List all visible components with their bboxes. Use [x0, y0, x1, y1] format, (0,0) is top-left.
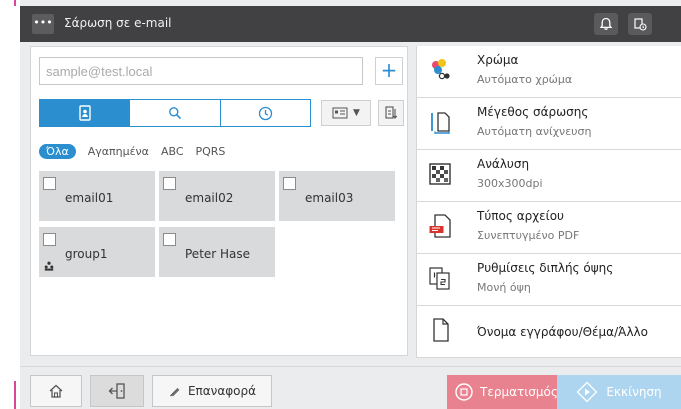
- duplex-icon: [429, 267, 450, 290]
- setting-color[interactable]: Χρώμα Αυτόματο χρώμα: [417, 46, 681, 98]
- top-bar: ••• Σάρωση σε e-mail: [20, 6, 681, 42]
- address-label: email02: [185, 191, 234, 205]
- setting-title: Ανάλυση: [477, 157, 530, 171]
- list-view-icon: [332, 107, 348, 119]
- address-checkbox[interactable]: [43, 177, 56, 190]
- address-label: email03: [305, 191, 354, 205]
- setting-resolution[interactable]: Ανάλυση 300x300dpi: [417, 150, 681, 202]
- chevron-down-icon: ▼: [353, 108, 360, 118]
- address-item[interactable]: Peter Hase: [159, 227, 275, 277]
- search-icon: [169, 107, 182, 120]
- address-book-icon: [78, 105, 91, 121]
- pink-marker-bottom: [14, 381, 16, 409]
- color-icon: [432, 59, 450, 80]
- page-title: Σάρωση σε e-mail: [64, 16, 172, 30]
- bell-icon: [599, 17, 613, 30]
- address-checkbox[interactable]: [163, 177, 176, 190]
- tab-history[interactable]: [220, 100, 310, 126]
- address-checkbox[interactable]: [283, 177, 296, 190]
- stop-button[interactable]: Τερματισμός: [447, 375, 565, 409]
- address-item[interactable]: email02: [159, 171, 275, 221]
- reset-button[interactable]: Επαναφορά: [152, 375, 272, 407]
- bottom-bar: Επαναφορά Τερματισμός Εκκίνηση: [20, 366, 681, 409]
- sort-button[interactable]: [378, 100, 404, 126]
- setting-title: Τύπος αρχείου: [477, 209, 564, 223]
- setting-file-type[interactable]: Τύπος αρχείου Συνεπτυγμένο PDF: [417, 202, 681, 254]
- setting-value: Αυτόματη ανίχνευση: [477, 125, 592, 138]
- resolution-icon: [429, 163, 451, 185]
- tab-search[interactable]: [130, 100, 221, 126]
- setting-title: Μέγεθος σάρωσης: [477, 105, 589, 119]
- reset-icon: [169, 388, 180, 397]
- setting-value: 300x300dpi: [477, 177, 543, 190]
- start-label: Εκκίνηση: [606, 385, 662, 399]
- clock-icon: [258, 106, 272, 120]
- stop-icon: [455, 383, 473, 401]
- view-select-dropdown[interactable]: ▼: [321, 100, 371, 126]
- setting-title: Όνομα εγγράφου/Θέμα/Άλλο: [477, 325, 648, 339]
- address-checkbox[interactable]: [43, 233, 56, 246]
- filter-favorites[interactable]: Αγαπημένα: [88, 145, 149, 158]
- menu-button[interactable]: •••: [32, 14, 54, 34]
- email-address-input[interactable]: [39, 57, 363, 85]
- pink-marker-top: [14, 0, 16, 6]
- index-filters: Όλα Αγαπημένα ABC PQRS: [39, 141, 225, 161]
- access-button[interactable]: [90, 375, 144, 407]
- address-label: group1: [65, 247, 108, 261]
- filter-abc[interactable]: ABC: [161, 145, 184, 158]
- filter-pqrs[interactable]: PQRS: [196, 145, 226, 158]
- address-panel: +: [30, 46, 408, 356]
- address-item[interactable]: email03: [279, 171, 395, 221]
- start-button[interactable]: Εκκίνηση: [557, 375, 681, 409]
- group-icon: [44, 261, 54, 271]
- scan-size-icon: [431, 112, 450, 134]
- setting-value: Αυτόματο χρώμα: [477, 73, 573, 86]
- filter-all[interactable]: Όλα: [39, 143, 76, 159]
- setting-duplex[interactable]: Ρυθμίσεις διπλής όψης Μονή όψη: [417, 254, 681, 306]
- setting-scan-size[interactable]: Μέγεθος σάρωσης Αυτόματη ανίχνευση: [417, 98, 681, 150]
- stop-label: Τερματισμός: [480, 385, 558, 399]
- reset-label: Επαναφορά: [187, 384, 257, 398]
- setting-title: Ρυθμίσεις διπλής όψης: [477, 261, 614, 275]
- setting-document-name[interactable]: Όνομα εγγράφου/Θέμα/Άλλο: [417, 306, 681, 358]
- address-label: email01: [65, 191, 114, 205]
- pdf-file-icon: [429, 214, 451, 238]
- address-tabs: [39, 99, 311, 127]
- document-name-icon: [433, 318, 449, 342]
- scan-to-email-screen: ••• Σάρωση σε e-mail +: [20, 0, 681, 409]
- setting-title: Χρώμα: [477, 53, 519, 67]
- address-label: Peter Hase: [185, 247, 251, 261]
- home-button[interactable]: [30, 375, 82, 407]
- address-item[interactable]: email01: [39, 171, 155, 221]
- scan-settings-panel: Χρώμα Αυτόματο χρώμα Μέγεθος σάρωσης Αυτ…: [416, 46, 681, 358]
- address-item[interactable]: group1: [39, 227, 155, 277]
- add-address-button[interactable]: +: [375, 57, 403, 85]
- start-icon: [576, 381, 598, 403]
- setting-value: Μονή όψη: [477, 281, 531, 294]
- job-status-icon: [634, 18, 647, 31]
- home-icon: [49, 384, 63, 398]
- tab-address-book[interactable]: [40, 100, 131, 126]
- address-checkbox[interactable]: [163, 233, 176, 246]
- logout-icon: [108, 383, 125, 399]
- notification-button[interactable]: [594, 13, 618, 35]
- job-status-button[interactable]: [628, 13, 652, 35]
- setting-value: Συνεπτυγμένο PDF: [477, 229, 580, 242]
- sort-icon: [385, 106, 398, 119]
